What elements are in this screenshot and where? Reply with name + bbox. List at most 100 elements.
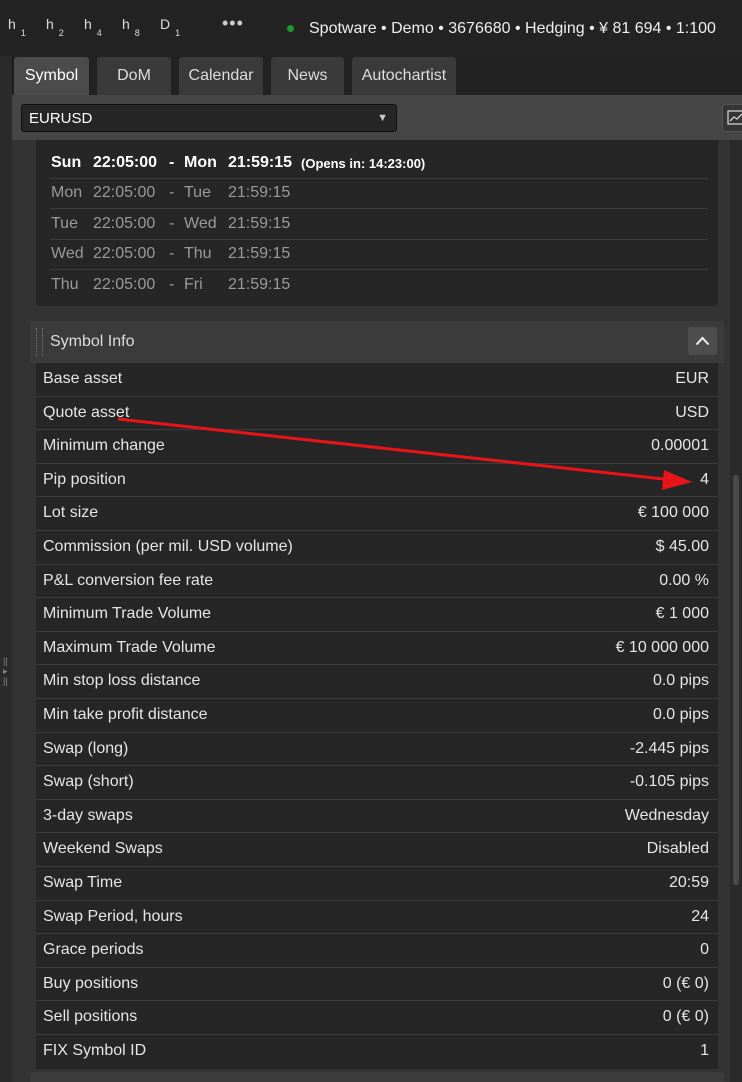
next-section-header[interactable]	[30, 1072, 724, 1082]
chart-icon	[727, 110, 742, 125]
timeframe-button[interactable]: h8	[122, 16, 140, 38]
account-info[interactable]: Spotware • Demo • 3676680 • Hedging • ¥ …	[309, 20, 716, 38]
info-label: 3-day swaps	[43, 806, 133, 824]
session-d2: Tue	[184, 184, 211, 202]
info-value: Wednesday	[624, 806, 709, 824]
tab-news[interactable]: News	[271, 57, 344, 95]
timeframe-letter: h	[46, 16, 54, 32]
session-t2: 21:59:15	[228, 245, 291, 263]
info-row: Weekend Swaps Disabled	[36, 833, 718, 867]
info-value: USD	[675, 403, 709, 421]
top-toolbar: h1 h2 h4 h8 D1 ••• Spotware • Demo • 3676680…	[0, 0, 742, 56]
info-value: 4	[700, 470, 709, 488]
timeframe-button[interactable]: h4	[84, 16, 102, 38]
info-label: Minimum Trade Volume	[43, 605, 212, 623]
drag-handle-icon[interactable]	[36, 328, 43, 356]
session-d1: Sun	[51, 154, 82, 171]
tab-calendar[interactable]: Calendar	[179, 57, 263, 95]
session-t1: 22:05:00	[93, 154, 158, 171]
info-value: 24	[691, 907, 709, 925]
timeframe-button[interactable]: h2	[46, 16, 64, 38]
scrollbar-thumb[interactable]	[733, 475, 739, 885]
info-row: Min stop loss distance 0.0 pips	[36, 665, 718, 699]
info-label: Swap (long)	[43, 739, 129, 757]
session-t2: 21:59:15	[228, 184, 291, 202]
info-label: Quote asset	[43, 403, 130, 421]
info-value: 0.00 %	[659, 571, 709, 589]
info-value: 20:59	[668, 874, 709, 891]
session-d2: Mon	[184, 154, 217, 171]
info-value: 0.0 pips	[652, 672, 709, 690]
info-label: P&L conversion fee rate	[43, 571, 214, 589]
symbol-info-header[interactable]: Symbol Info	[30, 321, 724, 363]
info-label: Maximum Trade Volume	[43, 638, 216, 656]
info-row: Buy positions 0 (€ 0)	[36, 968, 718, 1002]
info-value: -2.445 pips	[629, 739, 709, 757]
open-chart-button[interactable]	[722, 104, 742, 132]
info-row: Commission (per mil. USD volume) $ 45.00	[36, 531, 718, 565]
timeframe-number: 1	[175, 27, 181, 38]
timeframe-letter: D	[160, 16, 171, 32]
session-row: Wed 22:05:00- Thu 21:59:15	[50, 239, 708, 271]
symbol-select[interactable]: EURUSD ▼	[21, 104, 397, 132]
info-label: Pip position	[43, 470, 126, 488]
session-t1: 22:05:00	[93, 214, 156, 232]
info-row: Swap Period, hours 24	[36, 901, 718, 935]
info-row: Quote asset USD	[36, 397, 718, 431]
connection-status-icon	[287, 25, 294, 32]
timeframe-number: 1	[20, 27, 26, 38]
timeframe-number: 2	[58, 27, 64, 38]
info-value: € 1 000	[655, 605, 709, 623]
session-note: (Opens in: 14:23:00)	[301, 156, 426, 171]
info-label: Min take profit distance	[43, 706, 208, 723]
info-row: Sell positions 0 (€ 0)	[36, 1001, 718, 1035]
info-label: Weekend Swaps	[43, 840, 163, 858]
session-d1: Mon	[51, 184, 83, 202]
info-label: Min stop loss distance	[43, 672, 201, 690]
timeframe-letter: h	[84, 16, 92, 32]
session-d1: Tue	[51, 214, 78, 232]
info-label: Sell positions	[43, 1008, 138, 1026]
info-label: Swap (short)	[43, 773, 134, 791]
info-row: Swap Time 20:59	[36, 867, 718, 901]
tab-symbol[interactable]: Symbol	[14, 57, 89, 95]
info-value: 0.0 pips	[652, 706, 709, 723]
info-row: FIX Symbol ID 1	[36, 1035, 718, 1069]
info-value: 0 (€ 0)	[662, 974, 709, 992]
session-row: Thu 22:05:00- Fri 21:59:15	[50, 270, 708, 300]
info-label: Commission (per mil. USD volume)	[43, 538, 293, 555]
collapse-button[interactable]	[688, 327, 717, 355]
tab-dom[interactable]: DoM	[97, 57, 171, 95]
session-d2: Fri	[184, 275, 203, 293]
info-label: FIX Symbol ID	[43, 1042, 147, 1059]
more-menu-icon[interactable]: •••	[222, 13, 244, 34]
info-row: Swap (long) -2.445 pips	[36, 733, 718, 767]
info-row: Swap (short) -0.105 pips	[36, 766, 718, 800]
session-sep: -	[169, 154, 175, 171]
symbol-info-table: Base asset EUR Quote asset USD Minimum chang…	[36, 363, 718, 1069]
timeframe-letter: h	[8, 16, 16, 32]
panel-resize-handle-icon[interactable]: || ▸ ||	[3, 656, 8, 686]
info-row: Min take profit distance 0.0 pips	[36, 699, 718, 733]
session-sep: -	[169, 245, 175, 263]
info-label: Swap Period, hours	[43, 907, 183, 925]
info-row: Minimum change 0.00001	[36, 430, 718, 464]
info-value: 0 (€ 0)	[662, 1008, 709, 1026]
info-row: 3-day swaps Wednesday	[36, 800, 718, 834]
timeframe-button[interactable]: D1	[160, 16, 181, 38]
timeframe-button[interactable]: h1	[8, 16, 26, 38]
info-label: Minimum change	[43, 437, 165, 455]
info-row: Maximum Trade Volume € 10 000 000	[36, 632, 718, 666]
info-row: P&L conversion fee rate 0.00 %	[36, 565, 718, 599]
info-label: Base asset	[43, 370, 123, 387]
session-t2: 21:59:15	[228, 275, 291, 293]
tab-autochartist[interactable]: Autochartist	[352, 57, 456, 95]
session-sep: -	[169, 214, 175, 232]
timeframe-number: 4	[96, 27, 102, 38]
timeframe-number: 8	[134, 27, 140, 38]
info-row: Minimum Trade Volume € 1 000	[36, 598, 718, 632]
info-label: Lot size	[43, 504, 99, 522]
info-value: 1	[700, 1042, 709, 1059]
symbol-select-value: EURUSD	[29, 110, 93, 127]
session-d2: Thu	[184, 245, 212, 263]
